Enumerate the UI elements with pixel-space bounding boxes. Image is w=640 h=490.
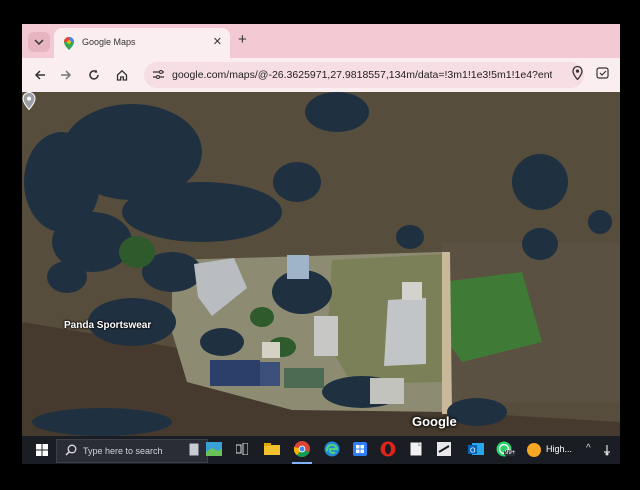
forward-arrow-icon <box>61 70 72 80</box>
screen: Google Maps ✕ + google.com/maps/@-26.362… <box>22 24 620 464</box>
search-placeholder: Type here to search <box>83 446 163 456</box>
search-icon <box>65 444 77 456</box>
reload-icon <box>89 69 99 80</box>
chevron-up-icon[interactable]: ^ <box>586 443 591 454</box>
forward-button[interactable] <box>58 67 74 83</box>
edge-icon[interactable] <box>324 441 340 457</box>
location-pin-icon[interactable] <box>572 66 583 80</box>
satellite-map[interactable]: Panda Sportswear Google <box>22 92 620 436</box>
google-watermark: Google <box>412 414 457 429</box>
task-view-icon[interactable] <box>234 441 250 457</box>
tab-search-button[interactable] <box>28 32 50 52</box>
google-maps-pin-icon <box>64 37 74 50</box>
svg-text:O: O <box>470 448 476 455</box>
satellite-imagery <box>22 92 620 436</box>
home-button[interactable] <box>114 67 130 83</box>
url-text[interactable]: google.com/maps/@-26.3625971,27.9818557,… <box>172 69 552 81</box>
app-icon[interactable] <box>436 441 452 457</box>
file-icon[interactable] <box>186 441 202 457</box>
browser-toolbar: google.com/maps/@-26.3625971,27.9818557,… <box>22 58 620 92</box>
weather-sun-icon[interactable] <box>526 442 542 458</box>
opera-icon[interactable] <box>380 441 396 457</box>
place-label[interactable]: Panda Sportswear <box>64 320 151 331</box>
map-pin-icon[interactable] <box>22 92 36 110</box>
reload-button[interactable] <box>86 67 102 83</box>
outlook-icon[interactable]: O <box>468 441 484 457</box>
maps-app-icon[interactable] <box>206 441 222 457</box>
plus-icon[interactable]: + <box>238 31 247 48</box>
taskbar: Type here to search O 99+ High... ^ <box>22 436 620 464</box>
home-icon <box>116 69 128 81</box>
back-button[interactable] <box>32 67 48 83</box>
back-arrow-icon <box>34 70 45 80</box>
close-icon[interactable]: ✕ <box>213 35 222 48</box>
file-explorer-icon[interactable] <box>264 441 280 457</box>
address-bar[interactable]: google.com/maps/@-26.3625971,27.9818557,… <box>144 62 584 88</box>
whatsapp-badge: 99+ <box>504 450 517 456</box>
weather-text[interactable]: High... <box>546 444 572 454</box>
tab-title: Google Maps <box>82 37 136 47</box>
tab-search-icon[interactable] <box>596 67 610 80</box>
chrome-active-indicator <box>292 462 312 464</box>
chevron-down-icon <box>34 39 44 46</box>
network-icon[interactable] <box>602 444 612 456</box>
windows-start-icon[interactable] <box>36 444 48 456</box>
tab-strip: Google Maps ✕ + <box>22 24 620 58</box>
tab-google-maps[interactable]: Google Maps ✕ <box>54 28 230 58</box>
chrome-icon[interactable] <box>294 441 310 457</box>
site-info-icon[interactable] <box>152 68 165 81</box>
store-icon[interactable] <box>352 441 368 457</box>
notes-icon[interactable] <box>408 441 424 457</box>
